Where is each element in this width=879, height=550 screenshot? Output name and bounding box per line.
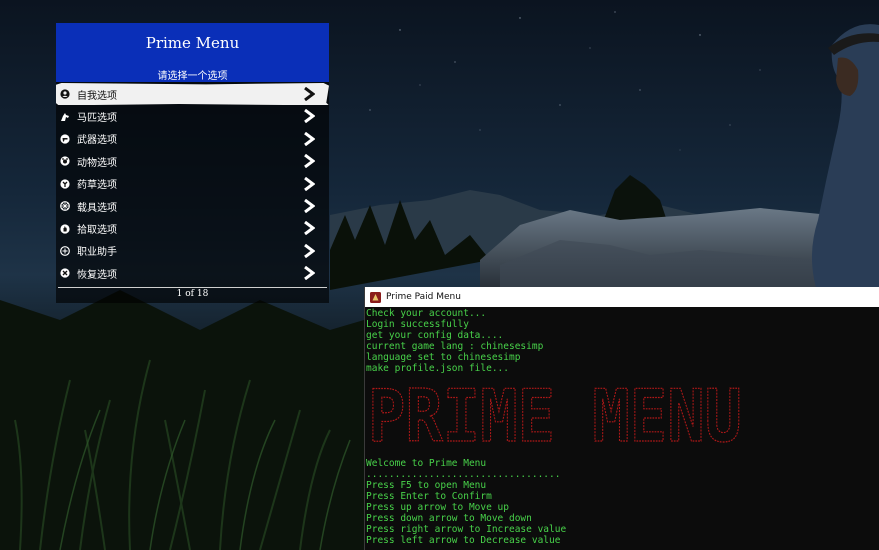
menu-page-indicator: 1 of 18	[176, 288, 209, 299]
hand-icon	[60, 223, 70, 234]
ascii-banner: PRIME MENU	[367, 373, 742, 458]
animal-icon	[60, 156, 70, 166]
menu-item-label: 职业助手	[77, 247, 117, 259]
console-line: Press down arrow to Move down	[366, 513, 532, 524]
horse-icon	[60, 112, 70, 122]
menu-item-label: 药草选项	[77, 180, 117, 192]
menu-item-pickup-options[interactable]: 拾取选项	[56, 217, 329, 239]
chevron-right-icon	[304, 154, 315, 169]
menu-item-weapon-options[interactable]: 武器选项	[56, 128, 329, 150]
menu-item-label: 自我选项	[77, 90, 117, 102]
menu-item-role-helper[interactable]: 职业助手	[56, 240, 329, 262]
console-titlebar[interactable]: Prime Paid Menu	[365, 287, 879, 307]
console-line: Press left arrow to Decrease value	[366, 535, 561, 546]
menu-item-restore-options[interactable]: 恢复选项	[56, 262, 329, 284]
menu-item-animal-options[interactable]: 动物选项	[56, 150, 329, 172]
menu-header: Prime Menu 请选择一个选项	[56, 23, 329, 82]
menu-item-self-options[interactable]: 自我选项	[56, 83, 329, 106]
chevron-right-icon	[304, 266, 315, 281]
chevron-right-icon	[304, 221, 315, 236]
game-screen: Prime Menu 请选择一个选项 自我选项 马匹选项 武器选项 动物选项 药…	[0, 0, 879, 550]
menu-list: 自我选项 马匹选项 武器选项 动物选项 药草选项 载具选项 拾取选项 职业助手 …	[56, 82, 329, 303]
menu-item-label: 恢复选项	[77, 269, 117, 281]
menu-subtitle: 请选择一个选项	[157, 71, 228, 82]
console-line: Check your account...	[366, 308, 487, 319]
chevron-right-icon	[304, 109, 315, 124]
console-line: language set to chinesesimp	[366, 352, 521, 363]
console-line: Press up arrow to Move up	[366, 502, 509, 513]
restore-icon	[60, 268, 70, 278]
console-line: make profile.json file...	[366, 363, 509, 374]
menu-item-label: 动物选项	[77, 157, 117, 169]
menu-item-label: 武器选项	[77, 135, 117, 147]
menu-item-label: 拾取选项	[77, 225, 117, 237]
chevron-right-icon	[304, 87, 315, 101]
console-window: Prime Paid Menu Check your account... Lo…	[364, 287, 879, 550]
app-icon	[370, 291, 381, 303]
chevron-right-icon	[304, 131, 315, 146]
wagon-wheel-icon	[60, 201, 70, 212]
herb-icon	[60, 179, 70, 189]
chevron-right-icon	[304, 176, 315, 191]
person-icon	[60, 89, 70, 99]
banner-text: PRIME MENU	[368, 375, 742, 453]
console-line: current game lang : chinesesimp	[366, 341, 544, 352]
console-line: ..................................	[366, 469, 561, 480]
role-icon	[60, 246, 70, 256]
console-line: get your config data....	[366, 330, 504, 341]
console-line: Press F5 to open Menu	[366, 480, 487, 491]
console-line: Press Enter to Confirm	[366, 491, 492, 502]
menu-item-vehicle-options[interactable]: 载具选项	[56, 195, 329, 217]
menu-item-horse-options[interactable]: 马匹选项	[56, 105, 329, 127]
menu-item-label: 马匹选项	[77, 113, 117, 125]
menu-item-label: 载具选项	[77, 202, 117, 214]
console-output: Check your account... Login successfully…	[365, 307, 879, 546]
revolver-icon	[60, 134, 70, 144]
console-line: Press right arrow to Increase value	[366, 524, 567, 535]
console-line: Welcome to Prime Menu	[366, 458, 487, 469]
console-window-title: Prime Paid Menu	[386, 292, 461, 302]
chevron-right-icon	[304, 198, 315, 213]
prime-menu-panel: Prime Menu 请选择一个选项 自我选项 马匹选项 武器选项 动物选项 药…	[56, 23, 329, 303]
menu-item-herb-options[interactable]: 药草选项	[56, 173, 329, 195]
chevron-right-icon	[304, 243, 315, 258]
menu-title: Prime Menu	[145, 34, 240, 52]
console-line: Login successfully	[366, 319, 469, 330]
